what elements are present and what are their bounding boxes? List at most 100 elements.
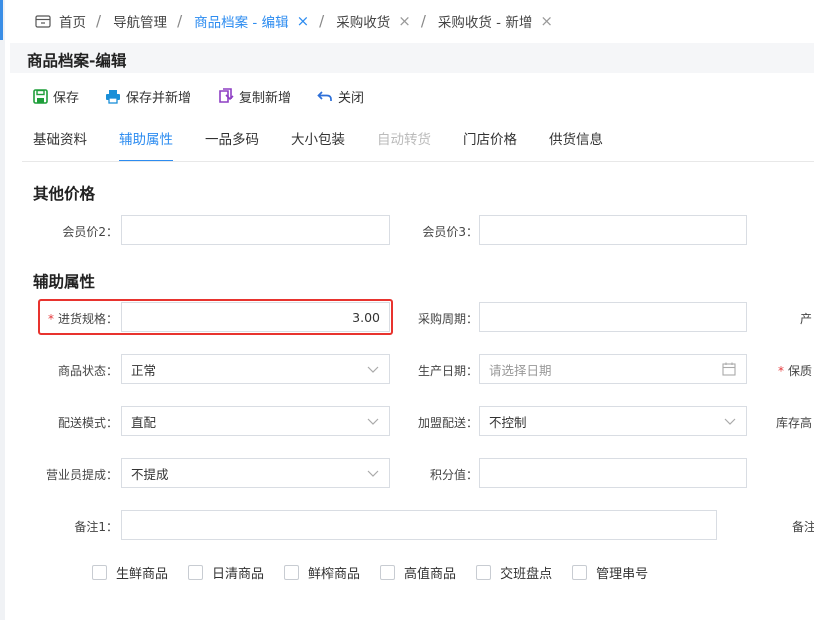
franchise-delivery-value: 不控制 bbox=[489, 414, 527, 430]
product-status-value: 正常 bbox=[131, 362, 157, 378]
checkbox-box[interactable] bbox=[92, 565, 107, 580]
close-icon[interactable]: × bbox=[398, 13, 411, 29]
crumb-purchase-receive[interactable]: 采购收货 × / bbox=[336, 11, 438, 31]
remark1-label: 备注1： bbox=[74, 520, 118, 534]
checkbox-label: 管理串号 bbox=[596, 567, 649, 582]
product-status-label: 商品状态： bbox=[57, 364, 118, 378]
tab-aux-attrs[interactable]: 辅助属性 bbox=[119, 124, 173, 162]
purchase-cycle-label: 采购周期： bbox=[417, 312, 478, 326]
purchase-cycle-input[interactable] bbox=[479, 302, 747, 332]
chevron-down-icon bbox=[724, 418, 736, 425]
crumb-separator: / bbox=[96, 12, 102, 30]
crumb-label: 商品档案 - 编辑 bbox=[194, 15, 289, 31]
tab-store-price[interactable]: 门店价格 bbox=[463, 124, 517, 162]
product-status-select[interactable]: 正常 bbox=[121, 354, 390, 384]
crumb-separator: / bbox=[319, 12, 325, 30]
copy-icon bbox=[219, 88, 234, 103]
breadcrumb: 首页 / 导航管理 / 商品档案 - 编辑 × / 采购收货 × / 采购收货 … bbox=[5, 0, 814, 42]
remark2-label: 备注 bbox=[792, 520, 814, 534]
checkbox-box[interactable] bbox=[476, 565, 492, 580]
sales-commission-value: 不提成 bbox=[131, 466, 169, 482]
checkbox-box[interactable] bbox=[188, 565, 204, 580]
copy-new-label: 复制新增 bbox=[239, 90, 292, 106]
toolbar: 保存 保存并新增 复制新增 关闭 bbox=[33, 82, 390, 110]
checkbox-label: 鲜榨商品 bbox=[308, 567, 361, 582]
close-icon[interactable]: × bbox=[540, 13, 553, 29]
copy-new-button[interactable]: 复制新增 bbox=[217, 87, 291, 106]
points-input[interactable] bbox=[479, 458, 747, 488]
save-label: 保存 bbox=[53, 90, 80, 106]
stock-high-label: 库存高 bbox=[776, 416, 813, 430]
chevron-down-icon bbox=[367, 470, 379, 477]
member-price2-label: 会员价2： bbox=[62, 225, 118, 239]
tab-auto-transfer: 自动转货 bbox=[377, 132, 431, 148]
shelf-life-label: * 保质 bbox=[778, 362, 812, 379]
close-button[interactable]: 关闭 bbox=[317, 87, 364, 106]
crumb-nav-manage[interactable]: 导航管理 / bbox=[113, 11, 194, 31]
sales-commission-select[interactable]: 不提成 bbox=[121, 458, 390, 488]
required-mark: * bbox=[778, 364, 784, 378]
save-and-new-button[interactable]: 保存并新增 bbox=[105, 87, 191, 106]
checkbox-shift-count[interactable]: 交班盘点 bbox=[476, 563, 552, 582]
calendar-icon bbox=[722, 362, 736, 376]
franchise-delivery-select[interactable]: 不控制 bbox=[479, 406, 747, 436]
section-title-aux-attrs: 辅助属性 bbox=[33, 273, 96, 291]
undo-arrow-icon bbox=[317, 91, 332, 101]
checkbox-high-value[interactable]: 高值商品 bbox=[380, 563, 456, 582]
checkbox-label: 交班盘点 bbox=[500, 567, 553, 582]
home-icon bbox=[35, 15, 51, 28]
checkbox-label: 生鲜商品 bbox=[116, 567, 169, 582]
member-price2-input[interactable] bbox=[121, 215, 390, 245]
checkbox-group: 生鲜商品 日清商品 鲜榨商品 高值商品 交班盘点 管理串号 bbox=[92, 563, 668, 582]
tab-multi-code[interactable]: 一品多码 bbox=[205, 124, 259, 162]
tab-divider bbox=[22, 161, 814, 162]
checkbox-fresh[interactable]: 生鲜商品 bbox=[92, 563, 168, 582]
crumb-label: 导航管理 bbox=[113, 15, 168, 31]
chevron-down-icon bbox=[367, 418, 379, 425]
close-label: 关闭 bbox=[338, 90, 365, 106]
sales-commission-label: 营业员提成： bbox=[45, 468, 118, 482]
remark1-input[interactable] bbox=[121, 510, 717, 540]
checkbox-box[interactable] bbox=[572, 565, 588, 580]
crumb-product-edit[interactable]: 商品档案 - 编辑 × / bbox=[194, 11, 336, 31]
checkbox-label: 高值商品 bbox=[404, 567, 457, 582]
franchise-delivery-label: 加盟配送： bbox=[417, 416, 478, 430]
crumb-purchase-receive-new[interactable]: 采购收货 - 新增 × bbox=[438, 11, 553, 31]
shelf-life-label-text: 保质 bbox=[788, 364, 813, 378]
tab-supply-info[interactable]: 供货信息 bbox=[549, 124, 603, 162]
highlight-box bbox=[38, 299, 393, 335]
crumb-label: 首页 bbox=[59, 15, 86, 31]
origin-label: 产 bbox=[800, 312, 813, 326]
close-icon[interactable]: × bbox=[297, 13, 310, 29]
left-accent-bar bbox=[0, 0, 3, 40]
checkbox-daily-clear[interactable]: 日清商品 bbox=[188, 563, 264, 582]
checkbox-label: 日清商品 bbox=[212, 567, 265, 582]
tab-bar: 基础资料 辅助属性 一品多码 大小包装 自动转货 门店价格 供货信息 bbox=[33, 124, 635, 162]
member-price3-input[interactable] bbox=[479, 215, 747, 245]
crumb-separator: / bbox=[420, 12, 426, 30]
crumb-label: 采购收货 - 新增 bbox=[437, 15, 533, 31]
title-bar bbox=[10, 43, 814, 73]
tab-basic-info[interactable]: 基础资料 bbox=[33, 124, 87, 162]
member-price3-label: 会员价3： bbox=[422, 225, 478, 239]
production-date-picker[interactable]: 请选择日期 bbox=[479, 354, 747, 384]
section-title-other-prices: 其他价格 bbox=[33, 185, 96, 203]
save-button[interactable]: 保存 bbox=[33, 87, 79, 106]
left-strip bbox=[0, 0, 5, 620]
checkbox-box[interactable] bbox=[284, 565, 300, 580]
save-icon bbox=[33, 88, 48, 104]
chevron-down-icon bbox=[367, 366, 379, 373]
delivery-mode-label: 配送模式： bbox=[57, 416, 118, 430]
delivery-mode-select[interactable]: 直配 bbox=[121, 406, 390, 436]
checkbox-fresh-squeezed[interactable]: 鲜榨商品 bbox=[284, 563, 360, 582]
points-label: 积分值： bbox=[429, 468, 478, 482]
printer-icon bbox=[106, 89, 121, 104]
tab-packaging[interactable]: 大小包装 bbox=[291, 124, 345, 162]
production-date-label: 生产日期： bbox=[417, 364, 478, 378]
save-and-new-label: 保存并新增 bbox=[126, 90, 192, 106]
checkbox-serial-manage[interactable]: 管理串号 bbox=[572, 563, 648, 582]
crumb-home[interactable]: 首页 / bbox=[35, 11, 113, 31]
delivery-mode-value: 直配 bbox=[131, 414, 157, 430]
checkbox-box[interactable] bbox=[380, 565, 396, 580]
crumb-separator: / bbox=[177, 12, 183, 30]
